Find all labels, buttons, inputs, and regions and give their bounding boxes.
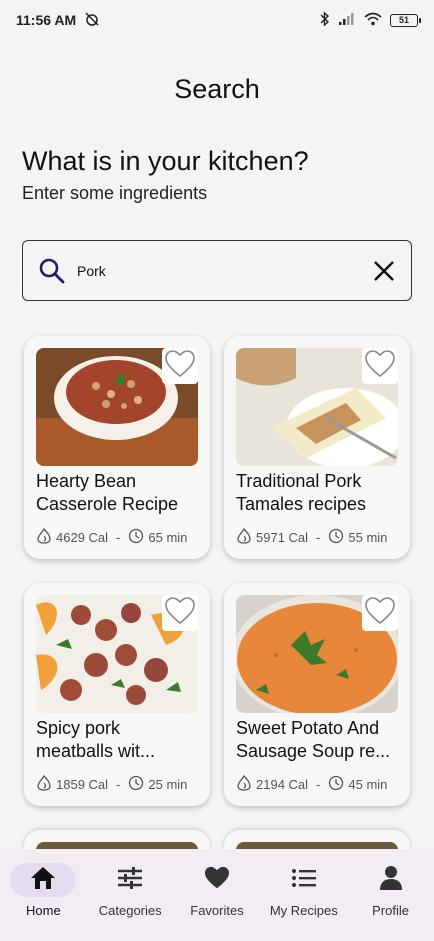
meta-separator: -	[116, 777, 121, 792]
recipe-calories: 1859 Cal	[56, 777, 109, 792]
search-icon[interactable]	[37, 256, 67, 286]
recipe-card[interactable]: Spicy pork meatballs wit... 1859 Cal - 2…	[24, 583, 210, 806]
bottom-nav: Home Categories Favorites My Recipes Pro…	[0, 849, 434, 941]
recipe-calories: 2194 Cal	[256, 777, 309, 792]
favorite-button[interactable]	[362, 348, 398, 384]
nav-icon-wrap	[97, 863, 163, 897]
list-icon	[291, 867, 317, 894]
nav-label: My Recipes	[269, 903, 338, 918]
calorie-icon	[36, 774, 52, 794]
recipe-calories: 4629 Cal	[56, 530, 109, 545]
recipe-calories: 5971 Cal	[256, 530, 309, 545]
recipe-time: 65 min	[148, 530, 188, 545]
favorite-button[interactable]	[362, 595, 398, 631]
sliders-icon	[116, 865, 144, 896]
nav-label: Profile	[372, 903, 409, 918]
status-right: 51	[320, 10, 421, 30]
nav-label: Home	[26, 903, 61, 918]
home-icon	[29, 865, 57, 896]
nav-label: Favorites	[190, 903, 244, 918]
meta-separator: -	[316, 777, 321, 792]
recipe-title: Spicy pork meatballs wit...	[36, 718, 156, 761]
recipe-time: 45 min	[348, 777, 388, 792]
status-bar: 11:56 AM 51	[0, 0, 434, 40]
heart-icon	[204, 866, 230, 895]
battery-icon: 51	[390, 13, 421, 27]
recipe-title: Hearty Bean Casserole Recipe	[36, 471, 179, 514]
recipe-grid: Hearty Bean Casserole Recipe 4629 Cal - …	[24, 336, 410, 806]
nav-label: Categories	[98, 903, 162, 918]
search-box[interactable]	[22, 240, 412, 301]
clock-icon	[128, 528, 144, 547]
wifi-icon	[364, 12, 382, 29]
recipe-card[interactable]: Sweet Potato And Sausage Soup re... 2194…	[224, 583, 410, 806]
recipe-card[interactable]: Hearty Bean Casserole Recipe 4629 Cal - …	[24, 336, 210, 559]
bluetooth-icon	[320, 10, 330, 30]
heart-outline-icon	[165, 349, 195, 383]
clock-icon	[328, 528, 344, 547]
calorie-icon	[36, 527, 52, 547]
nav-item-profile[interactable]: Profile	[348, 863, 434, 918]
nav-icon-wrap	[271, 863, 337, 897]
nav-item-favorites[interactable]: Favorites	[174, 863, 260, 918]
nav-icon-wrap	[184, 863, 250, 897]
recipe-time: 55 min	[348, 530, 388, 545]
recipe-meta: 5971 Cal - 55 min	[236, 527, 388, 547]
calorie-icon	[236, 527, 252, 547]
nav-item-categories[interactable]: Categories	[87, 863, 173, 918]
headline: What is in your kitchen?	[22, 146, 309, 176]
page-title: Search	[174, 74, 260, 104]
signal-icon	[338, 12, 356, 29]
recipe-meta: 1859 Cal - 25 min	[36, 774, 188, 794]
favorite-button[interactable]	[162, 348, 198, 384]
heart-outline-icon	[165, 596, 195, 630]
close-icon[interactable]	[371, 258, 397, 284]
favorite-button[interactable]	[162, 595, 198, 631]
meta-separator: -	[116, 530, 121, 545]
nav-item-home[interactable]: Home	[0, 863, 86, 918]
recipe-time: 25 min	[148, 777, 188, 792]
search-input[interactable]	[77, 262, 371, 279]
clock-icon	[328, 775, 344, 794]
calorie-icon	[236, 774, 252, 794]
clock-icon	[128, 775, 144, 794]
recipe-title: Traditional Pork Tamales recipes	[236, 471, 367, 514]
status-left: 11:56 AM	[16, 11, 100, 30]
recipe-title: Sweet Potato And Sausage Soup re...	[236, 718, 391, 761]
nav-icon-wrap	[358, 863, 424, 897]
nav-active-pill	[10, 863, 77, 897]
status-time: 11:56 AM	[16, 12, 77, 28]
meta-separator: -	[316, 530, 321, 545]
recipe-meta: 4629 Cal - 65 min	[36, 527, 188, 547]
recipe-card[interactable]: Traditional Pork Tamales recipes 5971 Ca…	[224, 336, 410, 559]
subheadline: Enter some ingredients	[22, 183, 208, 203]
alarm-off-icon	[84, 11, 100, 30]
nav-item-my-recipes[interactable]: My Recipes	[261, 863, 347, 918]
heart-outline-icon	[365, 596, 395, 630]
recipe-meta: 2194 Cal - 45 min	[236, 774, 388, 794]
heart-outline-icon	[365, 349, 395, 383]
person-icon	[379, 865, 403, 896]
